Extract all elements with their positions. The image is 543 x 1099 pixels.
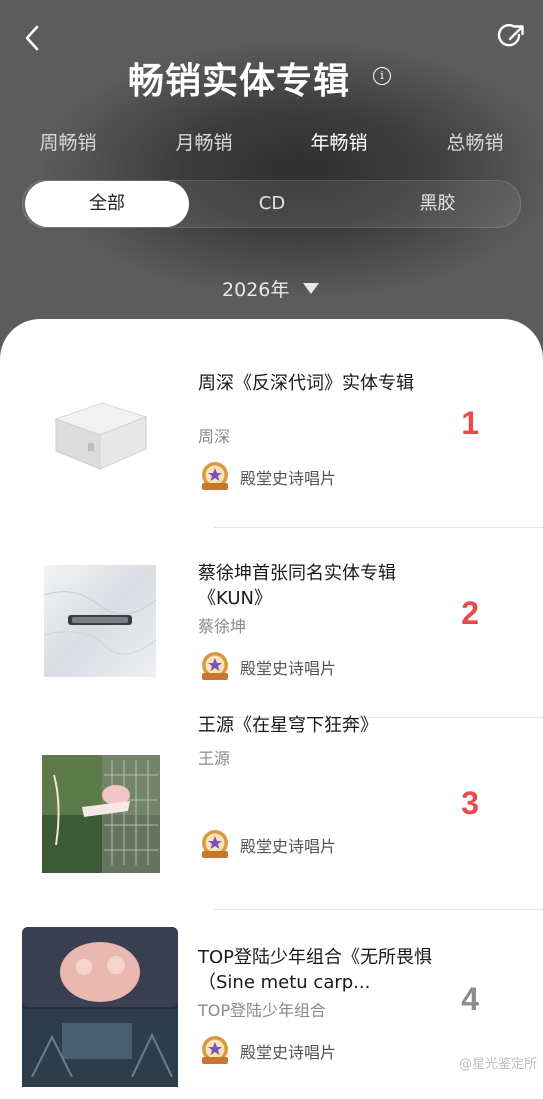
tab-all-time[interactable]: 总畅销	[425, 128, 525, 155]
badge-label: 殿堂史诗唱片	[240, 469, 337, 488]
back-button[interactable]	[16, 22, 48, 54]
info-icon[interactable]: i	[373, 67, 391, 85]
album-title: 蔡徐坤首张同名实体专辑《KUN》	[198, 563, 396, 609]
badge-label: 殿堂史诗唱片	[240, 837, 337, 856]
rank-number: 1	[461, 405, 479, 441]
rank-number: 3	[461, 785, 479, 821]
badge: 殿堂史诗唱片	[198, 829, 336, 861]
tab-monthly[interactable]: 月畅销	[154, 128, 254, 155]
album-title: TOP登陆少年组合《无所畏惧（Sine metu carp...	[198, 947, 433, 993]
period-tabs: 周畅销 月畅销 年畅销 总畅销	[0, 128, 543, 158]
dropdown-arrow-icon	[303, 282, 320, 294]
badge: 殿堂史诗唱片	[198, 1035, 336, 1067]
share-button[interactable]	[495, 20, 529, 54]
chevron-left-icon	[25, 25, 39, 51]
badge-label: 殿堂史诗唱片	[240, 1043, 337, 1062]
type-tab-all[interactable]: 全部	[25, 181, 189, 227]
year-label: 2026年	[222, 278, 290, 301]
list-item[interactable]: TOP登陆少年组合《无所畏惧（Sine metu carp... TOP登陆少年…	[0, 889, 543, 1087]
medal-icon	[202, 830, 228, 858]
list-item[interactable]: 王源《在星穹下狂奔》 王源 殿堂史诗唱片 3	[0, 699, 543, 889]
artist-name: TOP登陆少年组合	[198, 1001, 327, 1020]
tab-weekly[interactable]: 周畅销	[18, 128, 118, 155]
list-item[interactable]: 周深《反深代词》实体专辑 周深 殿堂史诗唱片 1	[0, 319, 543, 509]
album-title: 王源《在星穹下狂奔》	[198, 715, 378, 736]
artist-name: 蔡徐坤	[198, 617, 247, 636]
album-cover	[42, 755, 160, 873]
page-title: 畅销实体专辑	[128, 61, 351, 102]
badge-label: 殿堂史诗唱片	[240, 659, 337, 678]
badge: 殿堂史诗唱片	[198, 651, 336, 683]
type-tab-vinyl[interactable]: 黑胶	[355, 181, 520, 227]
medal-icon	[202, 652, 228, 680]
album-cover	[44, 565, 156, 677]
album-title: 周深《反深代词》实体专辑	[198, 373, 414, 394]
album-cover	[22, 927, 178, 1087]
year-selector[interactable]: 2026年	[222, 274, 320, 302]
rank-number: 4	[461, 981, 479, 1017]
tab-yearly[interactable]: 年畅销	[289, 128, 389, 155]
artist-name: 王源	[198, 749, 231, 768]
ranking-list: 周深《反深代词》实体专辑 周深 殿堂史诗唱片 1 蔡徐坤首张同名实体专辑《KUN…	[0, 319, 543, 1099]
rank-number: 2	[461, 595, 479, 631]
type-segmented-control: 全部 CD 黑胶	[22, 180, 521, 228]
medal-icon	[202, 462, 228, 490]
watermark: @星光鉴定所	[458, 1057, 537, 1072]
type-tab-cd[interactable]: CD	[189, 181, 355, 227]
share-icon	[497, 23, 524, 47]
medal-icon	[202, 1036, 228, 1064]
badge: 殿堂史诗唱片	[198, 461, 336, 493]
artist-name: 周深	[198, 427, 231, 446]
album-cover	[42, 371, 160, 489]
list-item[interactable]: 蔡徐坤首张同名实体专辑《KUN》 蔡徐坤 殿堂史诗唱片 2	[0, 509, 543, 699]
